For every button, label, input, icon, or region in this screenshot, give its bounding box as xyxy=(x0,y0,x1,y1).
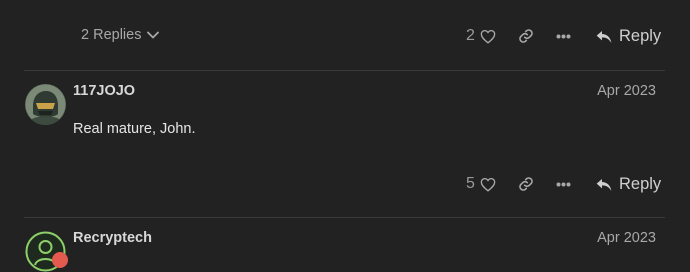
replies-toggle-button[interactable]: 2 Replies xyxy=(81,27,160,43)
post-date[interactable]: Apr 2023 xyxy=(597,83,656,99)
post-body: Real mature, John. xyxy=(73,121,196,137)
like-count: 2 xyxy=(466,27,475,44)
reply-label: Reply xyxy=(619,175,662,193)
post-username[interactable]: Recryptech xyxy=(73,230,152,246)
reply-button[interactable]: Reply xyxy=(596,27,661,46)
reply-arrow-icon xyxy=(596,178,612,191)
replies-toggle-label: 2 Replies xyxy=(81,27,142,43)
post-actions-top: 2 Reply xyxy=(466,26,666,48)
chevron-down-icon xyxy=(147,31,160,39)
post-divider xyxy=(24,70,665,71)
post-username[interactable]: 117JOJO xyxy=(73,83,135,99)
heart-icon xyxy=(480,177,496,192)
avatar-image xyxy=(25,84,66,125)
link-icon xyxy=(519,29,533,43)
copy-link-button[interactable] xyxy=(518,28,534,44)
like-button[interactable]: 5 xyxy=(466,175,496,193)
copy-link-button[interactable] xyxy=(518,176,534,192)
avatar[interactable] xyxy=(25,84,66,125)
reply-label: Reply xyxy=(619,27,662,45)
heart-icon xyxy=(480,29,496,44)
link-icon xyxy=(519,177,533,191)
post-divider xyxy=(24,217,665,218)
like-count: 5 xyxy=(466,175,475,192)
more-options-button[interactable] xyxy=(556,182,571,187)
reply-arrow-icon xyxy=(596,30,612,43)
more-options-button[interactable] xyxy=(556,34,571,39)
post-date[interactable]: Apr 2023 xyxy=(597,230,656,246)
status-badge xyxy=(52,252,68,268)
reply-button[interactable]: Reply xyxy=(596,175,661,194)
ellipsis-icon xyxy=(556,34,571,39)
post-actions: 5 Reply xyxy=(466,174,666,196)
ellipsis-icon xyxy=(556,182,571,187)
like-button[interactable]: 2 xyxy=(466,27,496,45)
